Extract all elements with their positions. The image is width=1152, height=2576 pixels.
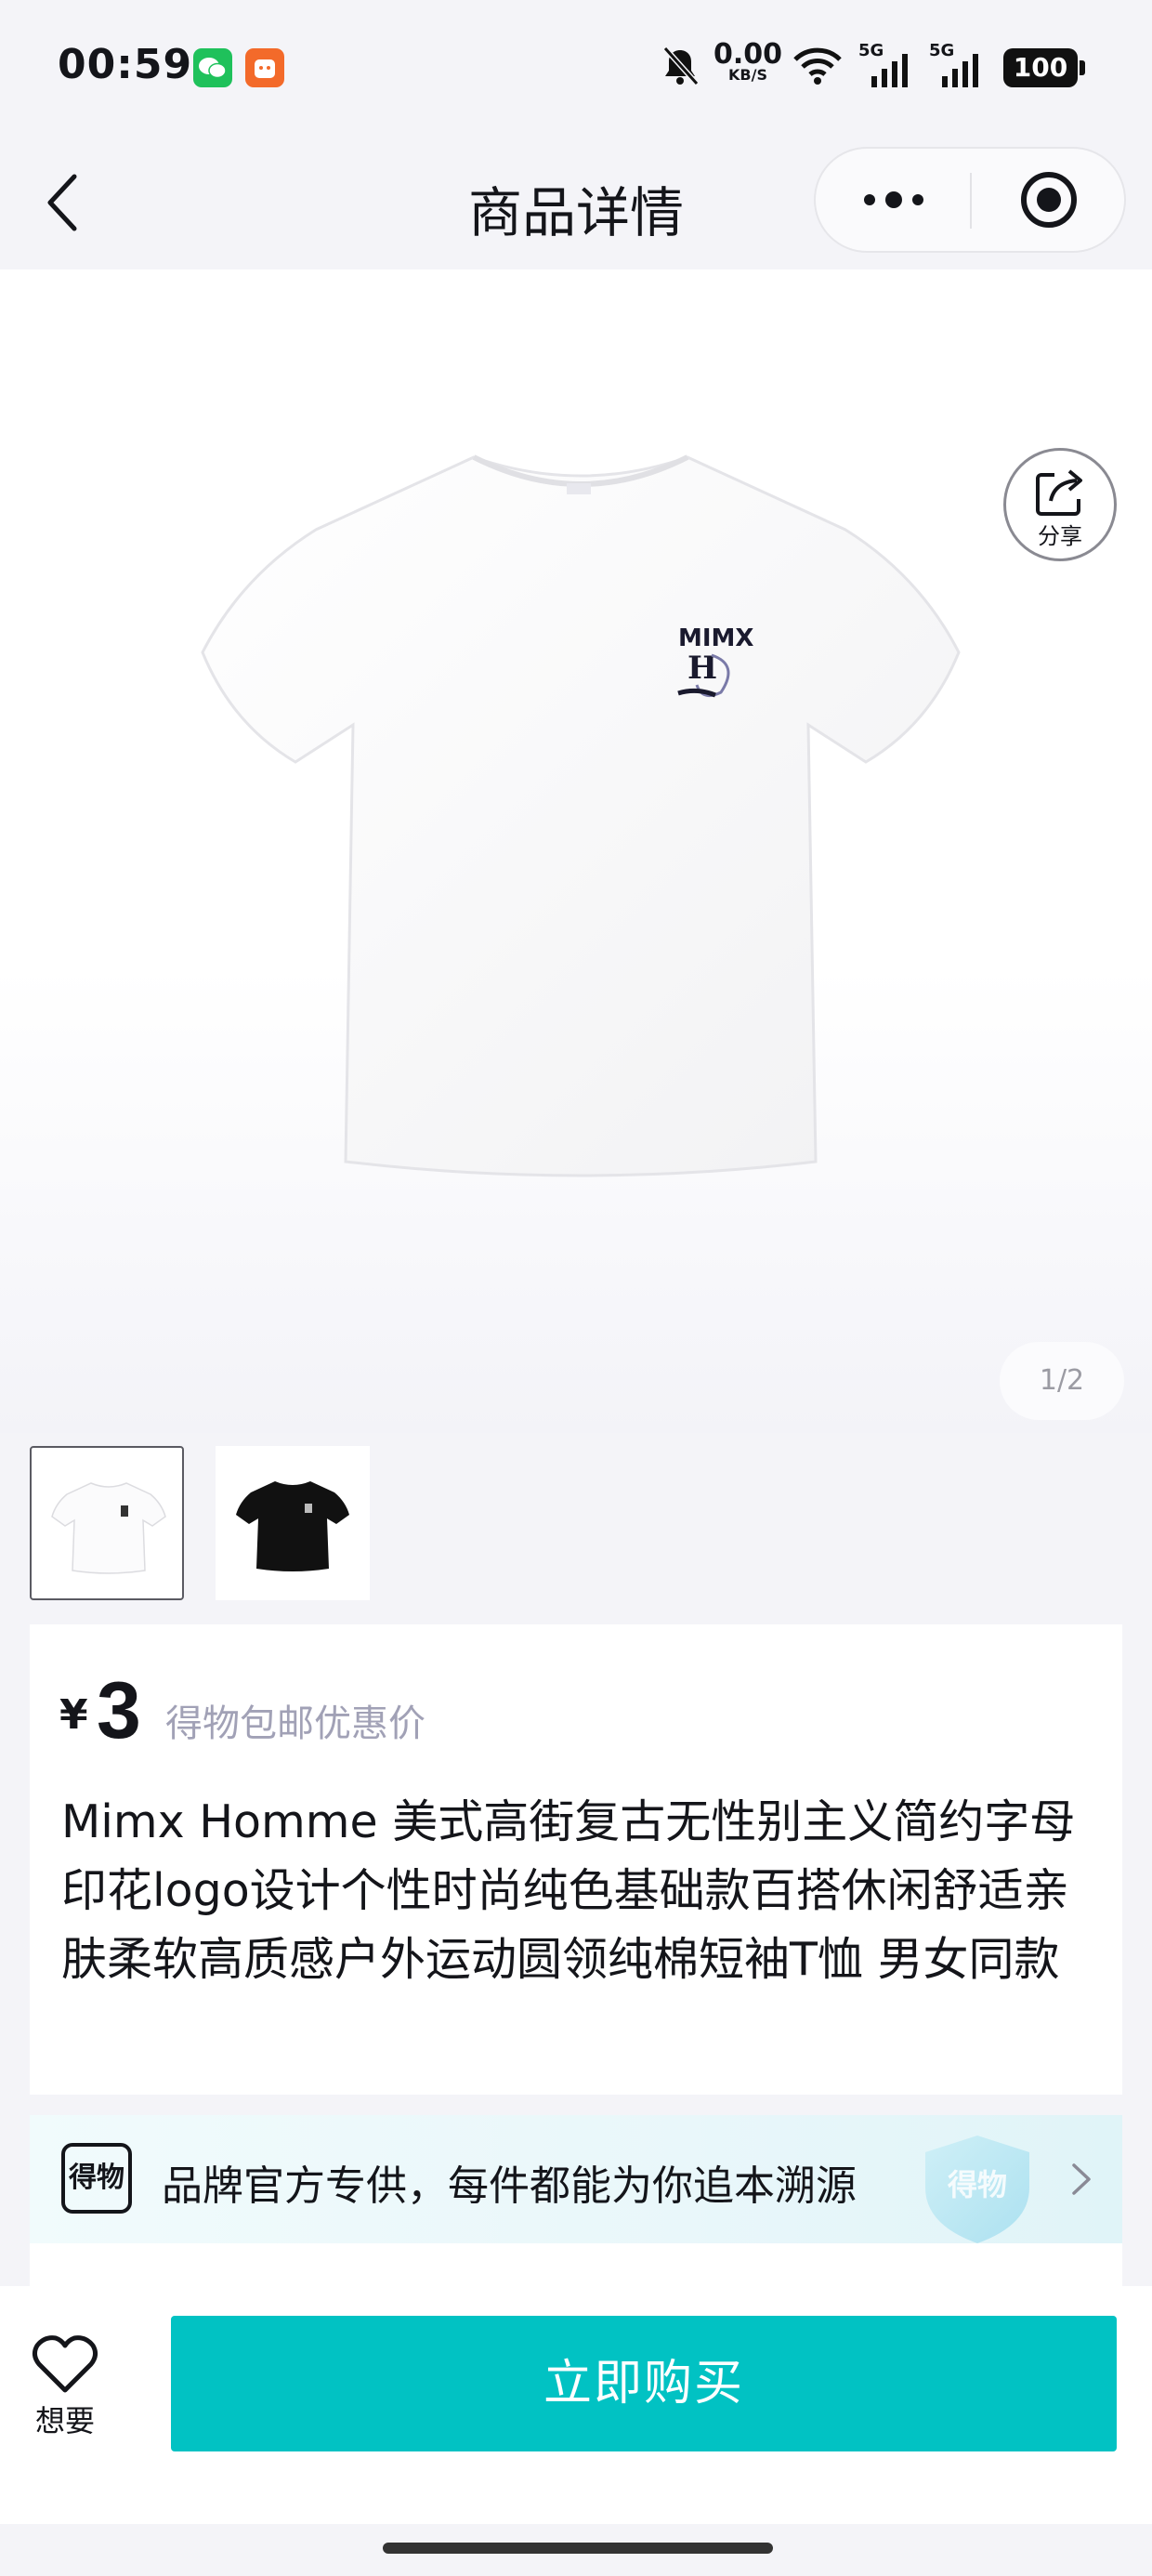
page-indicator: 1/2 (1000, 1342, 1124, 1420)
currency-symbol: ¥ (59, 1691, 88, 1739)
dewu-logo-icon: 得物 (61, 2143, 132, 2214)
white-tshirt-thumbnail (51, 1482, 166, 1574)
wechat-icon (193, 48, 232, 87)
share-icon (1036, 469, 1082, 516)
heart-icon (32, 2335, 98, 2393)
product-image[interactable]: MIMX H (195, 446, 966, 1227)
thumbnail-white[interactable] (30, 1446, 184, 1600)
home-indicator[interactable] (383, 2543, 773, 2554)
svg-text:MIMX: MIMX (678, 624, 753, 652)
product-info-card: ¥ 3 得物包邮优惠价 Mimx Homme 美式高街复古无性别主义简约字母印花… (30, 1624, 1122, 2095)
capsule-divider (970, 173, 972, 229)
status-time: 00:59 (58, 41, 193, 88)
thumbnail-black[interactable] (216, 1446, 370, 1600)
price-note: 得物包邮优惠价 (165, 1702, 425, 1745)
shield-icon: 得物 (925, 2136, 1029, 2243)
share-button[interactable]: 分享 (1003, 448, 1117, 561)
price: 3 (97, 1666, 141, 1755)
nav-bar: 商品详情 (0, 138, 1152, 269)
status-indicators: 0.00 KB/S 5G 5G 100 (660, 33, 1087, 99)
buy-now-button[interactable]: 立即购买 (171, 2316, 1117, 2451)
wifi-icon (793, 47, 842, 85)
signal-icon: 5G (858, 41, 914, 87)
product-gallery[interactable]: MIMX H 分享 1/2 (0, 269, 1152, 1433)
bottom-action-bar: 想要 立即购买 (0, 2286, 1152, 2524)
more-icon[interactable] (857, 177, 931, 223)
shield-text: 得物 (948, 2167, 1007, 2202)
battery-icon: 100 (1003, 48, 1085, 87)
mute-bell-icon (662, 46, 700, 86)
wish-button[interactable]: 想要 (32, 2334, 98, 2440)
brand-banner-text: 品牌官方专供，每件都能为你追本溯源 (162, 2162, 857, 2210)
wish-label: 想要 (34, 2403, 95, 2438)
mini-program-capsule (814, 147, 1126, 253)
app-icon (245, 48, 284, 87)
product-title: Mimx Homme 美式高街复古无性别主义简约字母印花logo设计个性时尚纯色… (61, 1795, 1076, 1986)
share-label: 分享 (1038, 523, 1082, 549)
next-card (30, 2243, 1122, 2286)
chevron-right-icon (1072, 2163, 1091, 2195)
status-bar: 00:59 0.00 KB/S 5G 5G 100 (0, 0, 1152, 138)
brand-authenticity-banner[interactable]: 得物 品牌官方专供，每件都能为你追本溯源 得物 (30, 2115, 1122, 2243)
net-speed: 0.00 KB/S (713, 41, 782, 84)
target-icon[interactable] (1018, 169, 1080, 230)
black-tshirt-thumbnail (236, 1481, 349, 1571)
signal-icon: 5G (929, 41, 985, 87)
